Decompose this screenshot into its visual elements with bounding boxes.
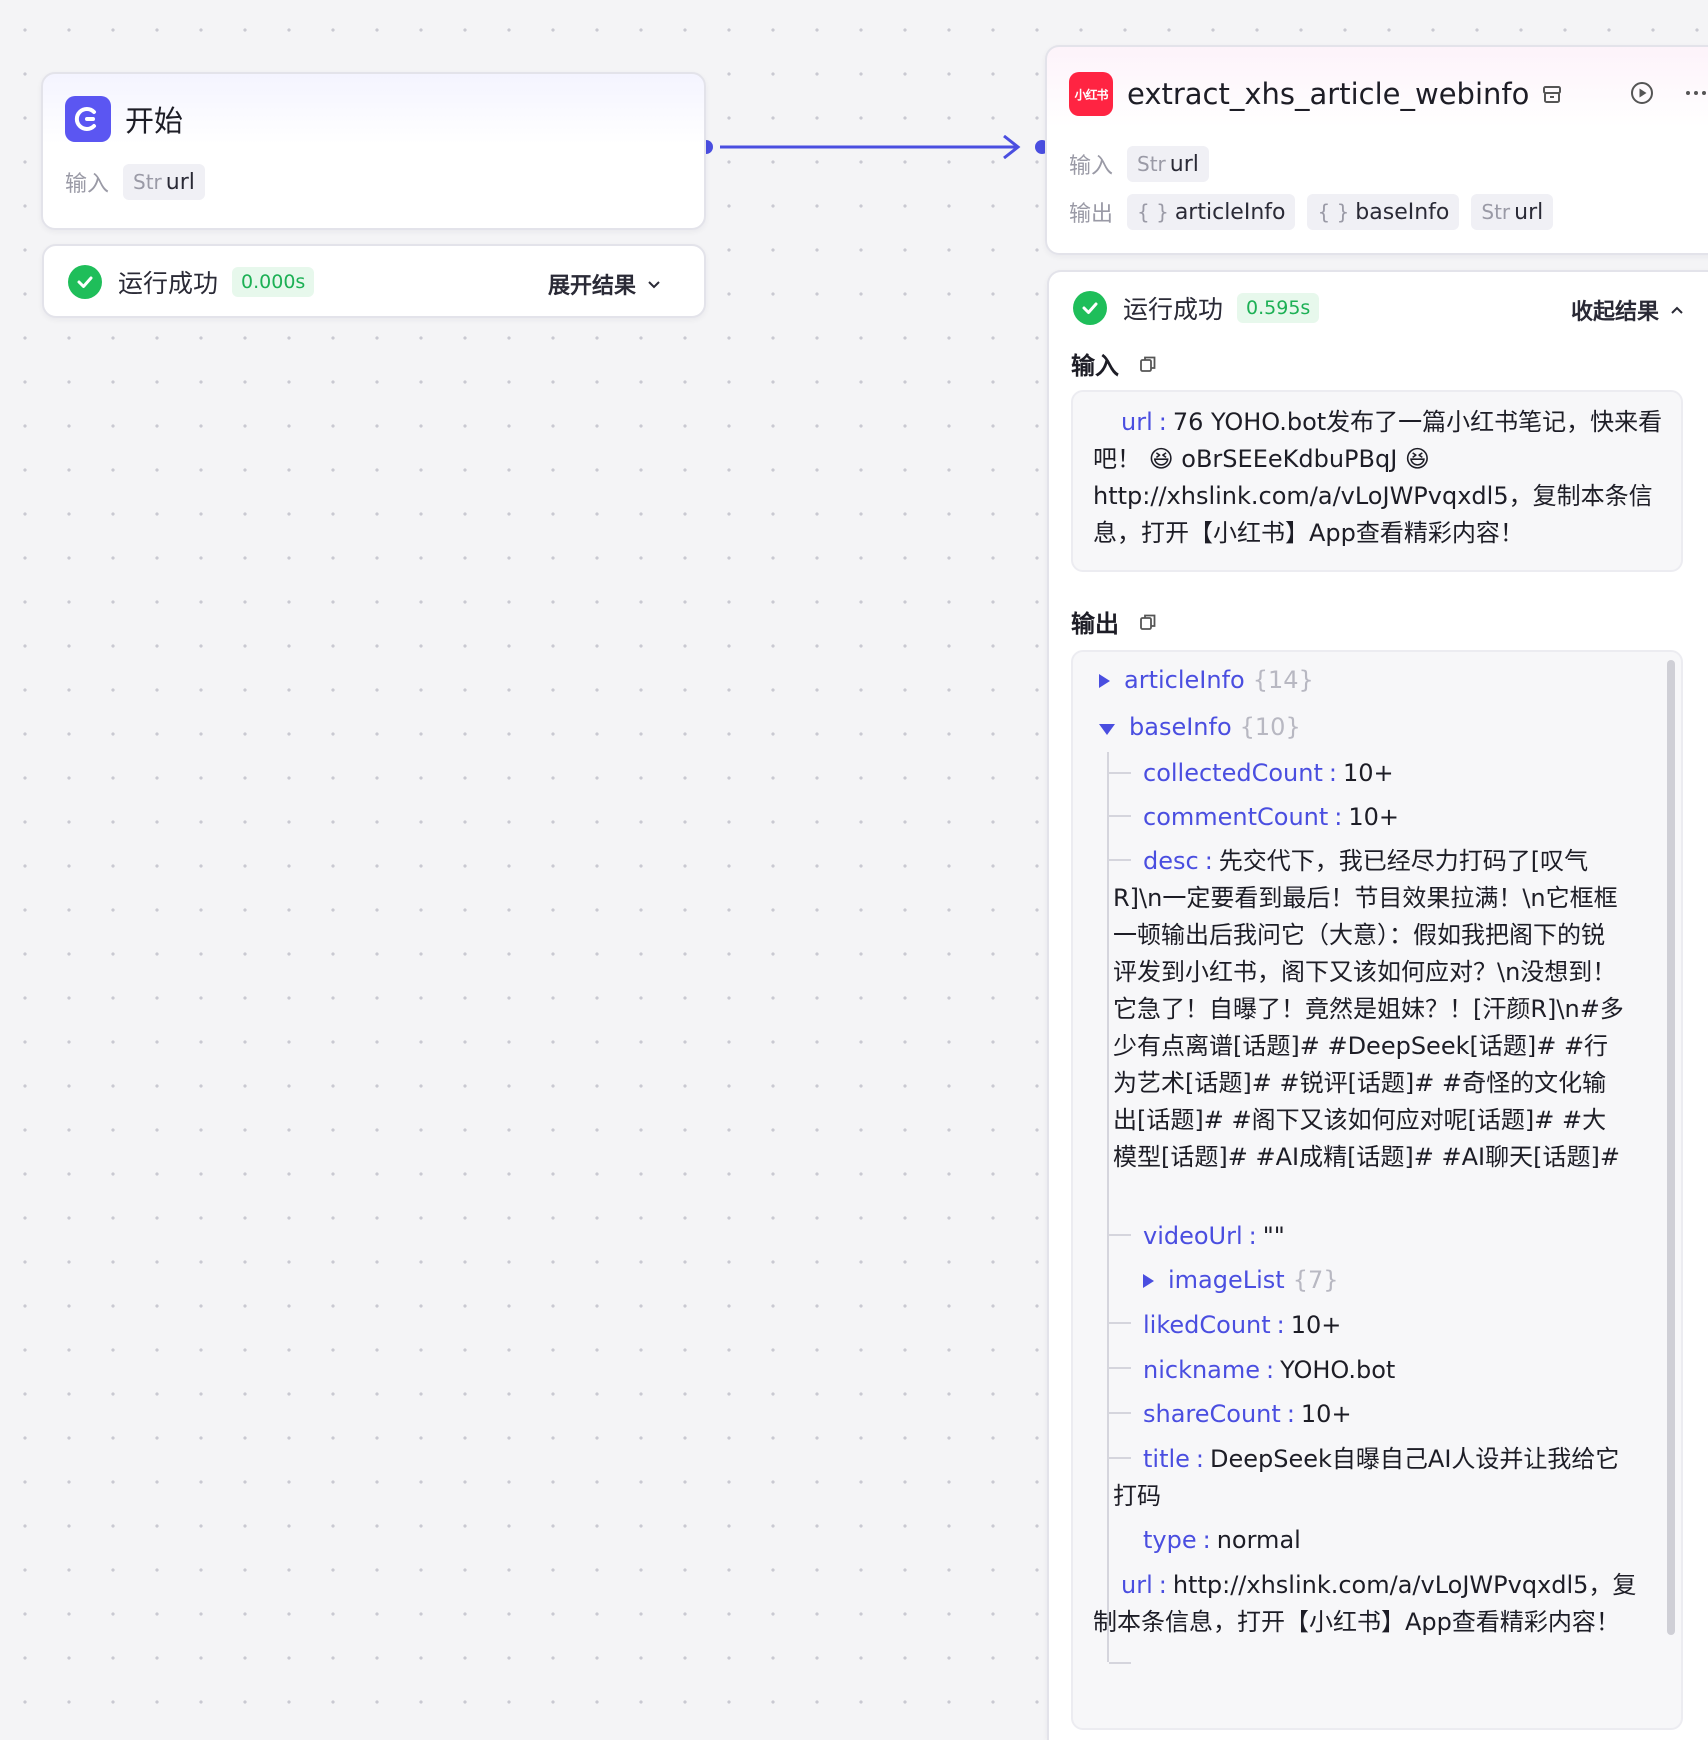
start-input-row: 输入 Str url: [65, 164, 217, 200]
xhs-logo: 小红书: [1069, 72, 1113, 116]
output-tag-url[interactable]: Str url: [1471, 194, 1554, 230]
xhs-node-header: 小红书 extract_xhs_article_webinfo: [1069, 72, 1708, 116]
tree-leaf-nickname: nickname: YOHO.bot: [1143, 1356, 1396, 1384]
tree-leaf-title: title: DeepSeek自曝自己AI人设并让我给它打码: [1113, 1445, 1620, 1510]
connection-edge[interactable]: [700, 135, 1060, 159]
tree-leaf-sharecount: shareCount:10+: [1143, 1400, 1352, 1428]
xhs-output-row: 输出 { } articleInfo { } baseInfo Str url: [1069, 194, 1565, 230]
store-icon: [1543, 86, 1562, 103]
tree-node-articleinfo[interactable]: articleInfo {14}: [1099, 662, 1314, 699]
expand-triangle-icon: [1099, 674, 1110, 688]
xhs-node[interactable]: 小红书 extract_xhs_article_webinfo 输入 Str u…: [1045, 45, 1708, 255]
tree-branch: [1109, 1412, 1131, 1414]
xhs-input-row: 输入 Str url: [1069, 146, 1221, 182]
start-icon: [65, 96, 111, 142]
output-tag-baseinfo[interactable]: { } baseInfo: [1307, 194, 1460, 230]
tree-branch: [1109, 1662, 1131, 1664]
tree-node-imagelist[interactable]: imageList {7}: [1143, 1262, 1339, 1299]
tree-leaf-collectedcount: collectedCount:10+: [1143, 759, 1394, 787]
copy-icon[interactable]: [1139, 613, 1157, 631]
xhs-result-panel: 运行成功 0.595s 收起结果 输入 url:76 YOHO.bot发布了一篇…: [1047, 270, 1708, 1740]
tree-leaf-videourl: videoUrl: "": [1143, 1222, 1285, 1250]
time-badge: 0.595s: [1237, 293, 1320, 323]
start-node[interactable]: 开始 输入 Str url: [41, 72, 706, 230]
tree-leaf-likedcount: likedCount:10+: [1143, 1311, 1342, 1339]
start-node-title: 开始: [125, 104, 184, 138]
input-json-box: url:76 YOHO.bot发布了一篇小红书笔记，快来看吧！ 😆 oBrSEE…: [1071, 390, 1683, 572]
tree-leaf-commentcount: commentCount:10+: [1143, 803, 1400, 831]
input-url-entry: url:76 YOHO.bot发布了一篇小红书笔记，快来看吧！ 😆 oBrSEE…: [1093, 408, 1663, 547]
status-text: 运行成功: [118, 269, 219, 298]
expand-triangle-icon: [1143, 1274, 1154, 1288]
tree-branch: [1109, 1322, 1131, 1324]
start-node-header: 开始: [65, 96, 183, 142]
play-icon[interactable]: [1629, 80, 1655, 106]
tree-node-baseinfo[interactable]: baseInfo {10}: [1099, 709, 1301, 746]
input-label: 输入: [1069, 154, 1114, 179]
chevron-up-icon: [1671, 306, 1683, 314]
success-check-icon: [1073, 291, 1107, 325]
tree-leaf-url: url: http://xhslink.com/a/vLoJWPvqxdl5，复制…: [1093, 1571, 1637, 1636]
tree-leaf-type: type: normal: [1143, 1526, 1301, 1554]
scrollbar[interactable]: [1667, 660, 1675, 1635]
tree-leaf-desc: desc: 先交代下，我已经尽力打码了[叹气R]\n一定要看到最后！节目效果拉满！…: [1113, 847, 1624, 1171]
input-tag-url[interactable]: Str url: [1127, 146, 1209, 182]
output-section-label: 输出: [1071, 604, 1157, 639]
output-label: 输出: [1069, 202, 1114, 227]
input-label: 输入: [65, 172, 110, 197]
tree-branch: [1109, 772, 1131, 774]
tree-branch: [1109, 1367, 1131, 1369]
tree-guide-line: [1107, 752, 1109, 1662]
chevron-down-icon: [648, 281, 660, 289]
time-badge: 0.000s: [232, 267, 315, 297]
copy-icon[interactable]: [1139, 355, 1157, 373]
start-result-bar: 运行成功 0.000s 展开结果: [42, 244, 706, 318]
output-tag-articleinfo[interactable]: { } articleInfo: [1127, 194, 1296, 230]
tree-branch: [1109, 1234, 1131, 1236]
success-check-icon: [68, 265, 102, 299]
collapse-result-button[interactable]: 收起结果: [1571, 294, 1685, 326]
output-json-box: articleInfo {14} baseInfo {10} collectedCo…: [1071, 650, 1683, 1730]
input-tag-url[interactable]: Str url: [123, 164, 205, 200]
collapse-triangle-icon: [1099, 724, 1115, 735]
expand-result-button[interactable]: 展开结果: [548, 268, 662, 300]
input-section-label: 输入: [1071, 346, 1157, 381]
status-text: 运行成功: [1123, 295, 1224, 324]
tree-branch: [1109, 815, 1131, 817]
more-icon[interactable]: [1683, 80, 1708, 106]
xhs-node-title: extract_xhs_article_webinfo: [1127, 77, 1530, 111]
